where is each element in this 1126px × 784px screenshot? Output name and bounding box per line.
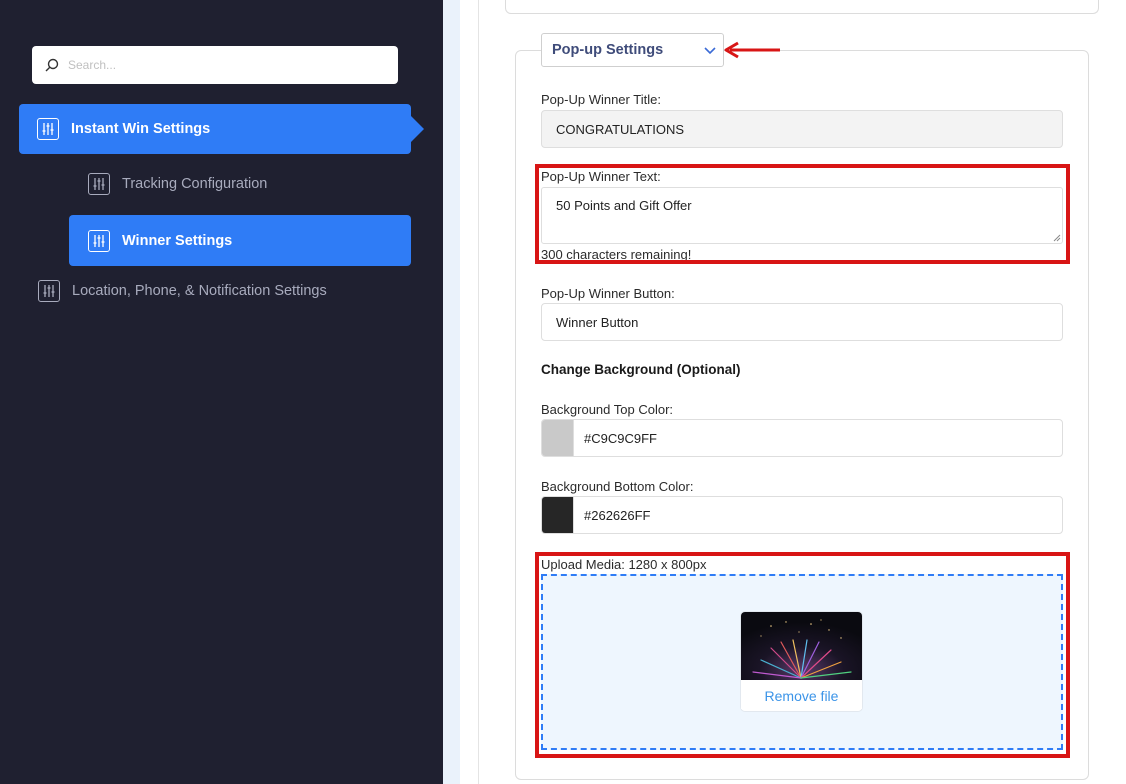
winner-title-value: CONGRATULATIONS [556, 121, 685, 137]
bg-top-color-label: Background Top Color: [541, 402, 674, 417]
sidebar-item-instant-win-settings[interactable]: Instant Win Settings [19, 104, 424, 154]
bg-bottom-color-value: #262626FF [584, 507, 651, 523]
change-background-heading: Change Background (Optional) [541, 362, 741, 377]
winner-title-label: Pop-Up Winner Title: [541, 92, 661, 107]
bg-bottom-color-swatch[interactable] [542, 497, 574, 533]
sliders-icon [37, 118, 59, 140]
card-border [478, 0, 479, 784]
bg-top-color-field[interactable]: #C9C9C9FF [541, 419, 1063, 457]
annotation-arrow-icon [724, 41, 780, 59]
sidebar-item-winner-settings[interactable]: Winner Settings [69, 215, 411, 266]
sidebar-item-label: Location, Phone, & Notification Settings [72, 283, 327, 299]
sliders-icon [38, 280, 60, 302]
search-input[interactable] [68, 58, 388, 72]
search-icon [45, 58, 59, 72]
bg-top-color-swatch[interactable] [542, 420, 574, 456]
winner-button-field[interactable]: Winner Button [541, 303, 1063, 341]
bg-bottom-color-label: Background Bottom Color: [541, 479, 694, 494]
sidebar-item-location-phone-notification[interactable]: Location, Phone, & Notification Settings [38, 279, 327, 303]
winner-button-label: Pop-Up Winner Button: [541, 286, 675, 301]
highlight-box [535, 164, 1070, 264]
chevron-down-icon [704, 47, 716, 55]
sliders-icon [88, 229, 110, 252]
previous-section-card [505, 0, 1099, 14]
sidebar: Instant Win Settings Tracking Configurat… [0, 0, 443, 784]
bg-top-color-value: #C9C9C9FF [584, 430, 657, 446]
search-box[interactable] [32, 46, 398, 84]
sidebar-item-tracking-configuration[interactable]: Tracking Configuration [88, 172, 267, 196]
highlight-box [535, 552, 1070, 758]
divider-strip [443, 0, 460, 784]
sidebar-item-label: Tracking Configuration [122, 176, 268, 192]
section-title: Pop-up Settings [552, 42, 664, 58]
winner-button-value: Winner Button [556, 314, 639, 330]
winner-title-field[interactable]: CONGRATULATIONS [541, 110, 1063, 148]
sidebar-item-label: Instant Win Settings [71, 121, 211, 137]
popup-settings-toggle[interactable]: Pop-up Settings [541, 33, 724, 67]
sliders-icon [88, 173, 110, 195]
bg-bottom-color-field[interactable]: #262626FF [541, 496, 1063, 534]
sidebar-item-label: Winner Settings [122, 232, 233, 249]
